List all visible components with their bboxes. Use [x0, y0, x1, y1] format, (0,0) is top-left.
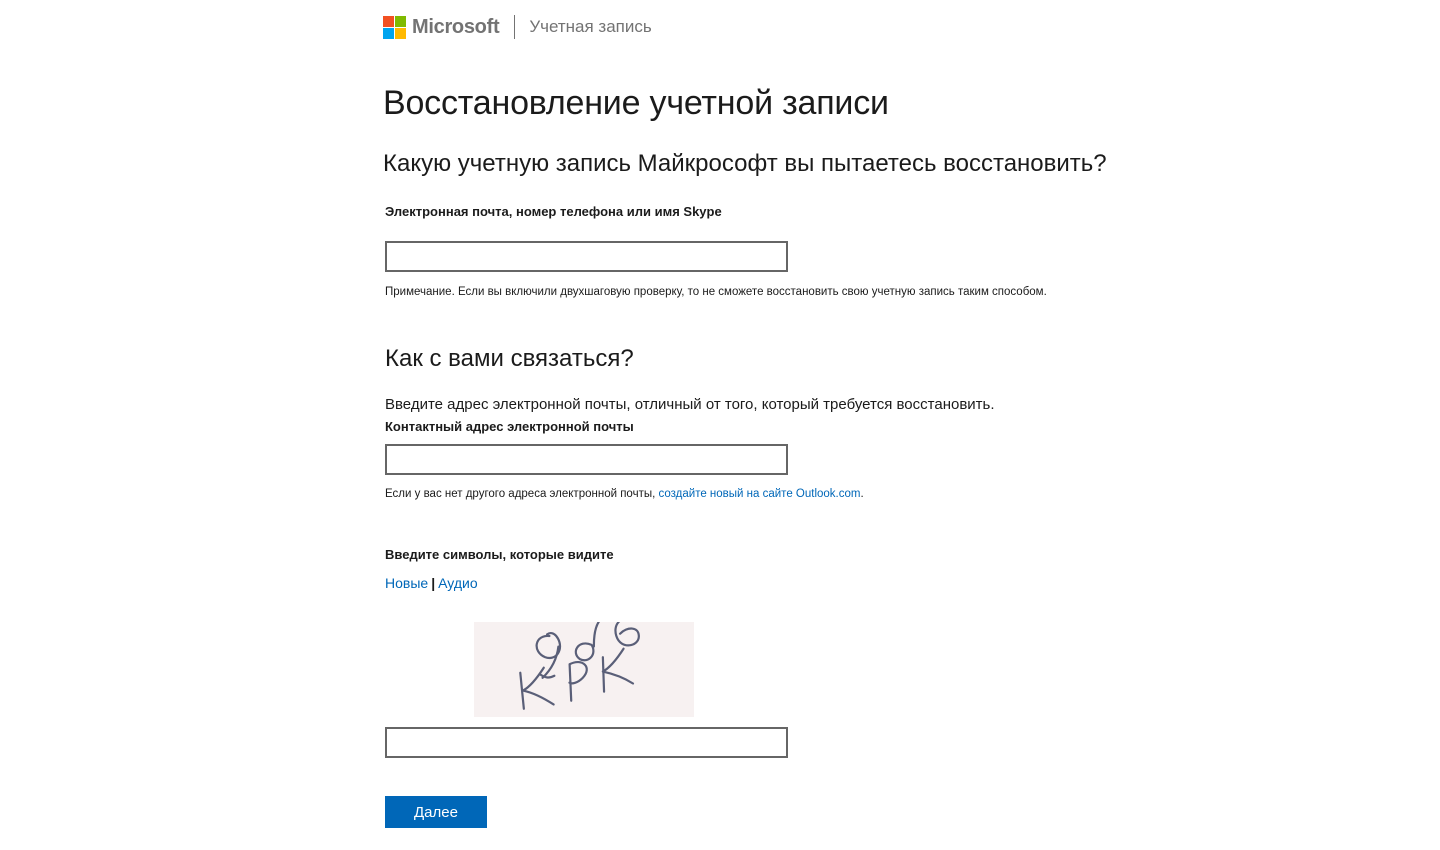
account-question-heading: Какую учетную запись Майкрософт вы пытае…	[383, 150, 1107, 177]
captcha-label: Введите символы, которые видите	[385, 547, 614, 562]
create-outlook-link[interactable]: создайте новый на сайте Outlook.com	[659, 488, 861, 500]
microsoft-logo-icon	[383, 15, 406, 39]
page-title: Восстановление учетной записи	[383, 84, 889, 122]
contact-question-heading: Как с вами связаться?	[385, 345, 634, 372]
account-field-label: Электронная почта, номер телефона или им…	[385, 204, 722, 219]
logo-square-blue	[383, 27, 394, 39]
two-step-note: Примечание. Если вы включили двухшаговую…	[385, 286, 1047, 298]
site-header: Microsoft Учетная запись	[383, 14, 652, 40]
outlook-note-suffix: .	[860, 488, 864, 500]
captcha-links-separator: |	[431, 575, 436, 591]
contact-email-input[interactable]	[385, 444, 788, 475]
captcha-glyphs	[519, 617, 640, 710]
next-button[interactable]: Далее	[385, 796, 487, 828]
logo-square-red	[383, 15, 394, 27]
captcha-image	[474, 617, 694, 717]
header-section-title: Учетная запись	[529, 17, 652, 36]
captcha-new-link[interactable]: Новые	[385, 575, 428, 591]
captcha-options: Новые | Аудио	[385, 575, 478, 591]
contact-email-label: Контактный адрес электронной почты	[385, 419, 634, 434]
brand-name: Microsoft	[412, 15, 500, 38]
contact-intro-text: Введите адрес электронной почты, отличны…	[385, 396, 995, 413]
captcha-input[interactable]	[385, 727, 788, 758]
logo-square-green	[395, 15, 406, 27]
logo-square-yellow	[395, 27, 406, 39]
outlook-note-prefix: Если у вас нет другого адреса электронно…	[385, 488, 656, 500]
captcha-audio-link[interactable]: Аудио	[438, 575, 478, 591]
header-divider	[514, 15, 516, 39]
account-identifier-input[interactable]	[385, 241, 788, 272]
outlook-note: Если у вас нет другого адреса электронно…	[385, 488, 864, 500]
